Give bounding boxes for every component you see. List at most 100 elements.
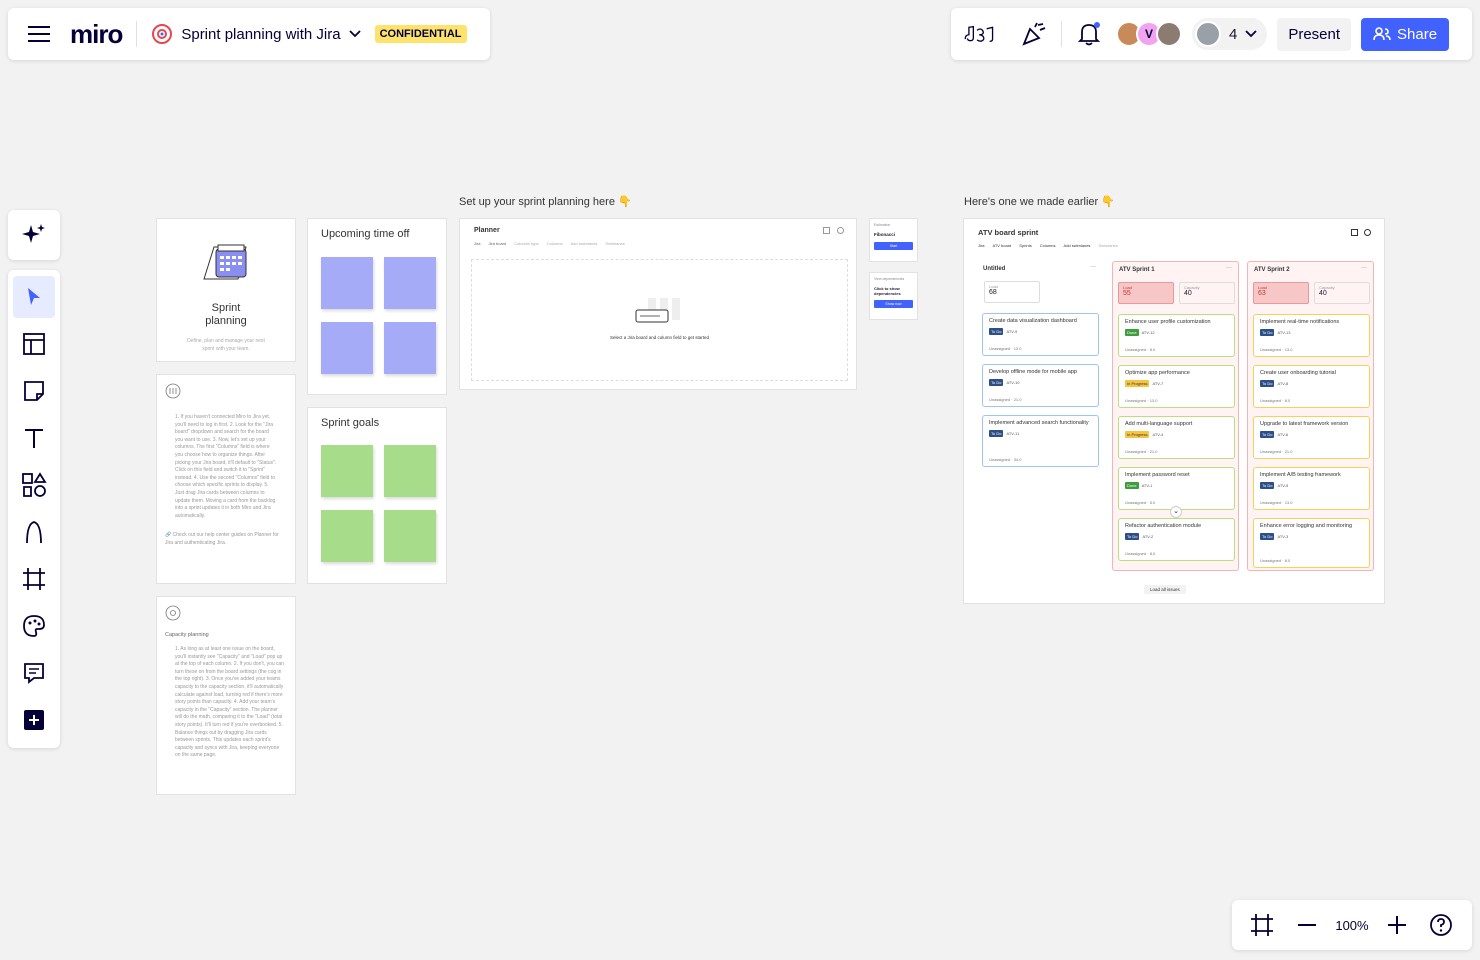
issue-card[interactable]: Refactor authentication module To Do ATV-… — [1118, 518, 1235, 561]
sticky-note[interactable] — [321, 510, 373, 562]
sticky-note[interactable] — [384, 322, 436, 374]
planner-widget[interactable]: Planner Jira Jira board Columns type Col… — [459, 218, 857, 390]
issue-key[interactable]: ATV-7 — [1152, 381, 1163, 386]
sticky-note[interactable] — [384, 445, 436, 497]
status-tag[interactable]: To Do — [1260, 380, 1275, 387]
instructions-footer[interactable]: 🔗 Check out our help center guides on Pl… — [165, 532, 287, 547]
board-name-dropdown[interactable]: Sprint planning with Jira — [151, 23, 361, 45]
miro-logo[interactable]: miro — [70, 19, 123, 50]
assignee[interactable]: Unassigned — [989, 397, 1010, 402]
status-tag[interactable]: To Do — [1260, 482, 1275, 489]
filter-icon[interactable] — [823, 227, 830, 234]
filter-jira[interactable]: Jira — [978, 243, 984, 248]
collaborator-avatars[interactable]: V — [1116, 21, 1182, 47]
column-menu-icon[interactable]: ··· — [1090, 264, 1096, 270]
issue-key[interactable]: ATV-2 — [1142, 534, 1153, 539]
issue-key[interactable]: ATV-9 — [1006, 329, 1017, 334]
status-tag[interactable]: To Do — [989, 328, 1004, 335]
zoom-level[interactable]: 100% — [1335, 918, 1368, 933]
status-tag[interactable]: Done — [1125, 329, 1139, 336]
issue-key[interactable]: ATV-3 — [1277, 534, 1288, 539]
issue-card[interactable]: Enhance user profile customization Done A… — [1118, 314, 1235, 357]
load-box[interactable]: Load 55 — [1118, 282, 1174, 304]
templates-icon[interactable] — [13, 323, 55, 365]
status-tag[interactable]: To Do — [989, 379, 1004, 386]
dependencies-widget[interactable]: View dependencies Click to show dependen… — [869, 272, 918, 320]
filter-swimlanes[interactable]: Swimlanes — [1098, 243, 1117, 248]
capacity-box[interactable]: Capacity 40 — [1179, 282, 1235, 304]
issue-card[interactable]: Create user onboarding tutorial To Do ATV… — [1253, 365, 1370, 408]
filter-columns-type[interactable]: Columns type — [514, 241, 538, 246]
load-box[interactable]: Load 63 — [1253, 282, 1309, 304]
issue-card[interactable]: Enhance error logging and monitoring To … — [1253, 518, 1370, 568]
board-column-sprint-1[interactable]: ATV Sprint 1 ··· Load 55 Capacity 40 Enh… — [1112, 261, 1239, 571]
party-icon[interactable] — [1017, 17, 1051, 51]
assignee[interactable]: Unassigned — [1260, 398, 1281, 403]
issue-card[interactable]: Add multi-language support In Progress AT… — [1118, 416, 1235, 459]
status-tag[interactable]: Done — [1125, 482, 1139, 489]
sticky-note[interactable] — [321, 322, 373, 374]
issue-key[interactable]: ATV-5 — [1277, 483, 1288, 488]
assignee[interactable]: Unassigned — [989, 346, 1010, 351]
zoom-in-icon[interactable] — [1380, 908, 1414, 942]
assignee[interactable]: Unassigned — [1125, 398, 1146, 403]
intro-card[interactable]: Sprint planning Define, plan and manage … — [156, 218, 296, 362]
filter-jira[interactable]: Jira — [474, 241, 480, 246]
assignee[interactable]: Unassigned — [1125, 551, 1146, 556]
filter-swimlanes[interactable]: Swimlanes — [605, 241, 624, 246]
time-off-frame[interactable]: Upcoming time off — [307, 218, 447, 395]
status-tag[interactable]: To Do — [989, 430, 1004, 437]
sprint-goals-frame[interactable]: Sprint goals — [307, 407, 447, 584]
share-button[interactable]: Share — [1361, 17, 1450, 51]
assignee[interactable]: Unassigned — [1260, 347, 1281, 352]
present-button[interactable]: Present — [1277, 17, 1352, 51]
instructions-card[interactable]: 1. If you haven't connected Miro to Jira… — [156, 374, 296, 584]
issue-key[interactable]: ATV-8 — [1277, 381, 1288, 386]
issue-key[interactable]: ATV-11 — [1006, 431, 1019, 436]
issue-card[interactable]: Develop offline mode for mobile app To D… — [982, 364, 1099, 407]
sticky-note[interactable] — [384, 510, 436, 562]
sticky-note[interactable] — [321, 445, 373, 497]
load-all-issues-button[interactable]: Load all issues — [1144, 585, 1186, 594]
issue-card[interactable]: Implement real-time notifications To Do A… — [1253, 314, 1370, 357]
confidential-badge[interactable]: CONFIDENTIAL — [374, 25, 467, 43]
issue-key[interactable]: ATV-13 — [1277, 330, 1290, 335]
issue-card[interactable]: Upgrade to latest framework version To D… — [1253, 416, 1370, 459]
assignee[interactable]: Unassigned — [1260, 449, 1281, 454]
issue-card[interactable]: Create data visualization dashboard To D… — [982, 313, 1099, 356]
help-icon[interactable] — [1424, 908, 1458, 942]
assignee[interactable]: Unassigned — [1260, 558, 1281, 563]
status-tag[interactable]: In Progress — [1125, 380, 1150, 387]
load-box[interactable]: Load 68 — [984, 281, 1040, 303]
add-more-icon[interactable] — [13, 699, 55, 741]
assignee[interactable]: Unassigned — [1125, 347, 1146, 352]
sticky-note[interactable] — [321, 257, 373, 309]
issue-key[interactable]: ATV-1 — [1142, 483, 1153, 488]
capacity-card[interactable]: Capacity planning 1. As long as at least… — [156, 596, 296, 795]
column-menu-icon[interactable]: ··· — [1361, 265, 1367, 271]
status-tag[interactable]: To Do — [1125, 533, 1140, 540]
pen-icon[interactable] — [13, 511, 55, 553]
filter-columns[interactable]: Columns — [1040, 243, 1056, 248]
filter-atv-board[interactable]: ATV board — [992, 243, 1011, 248]
reactions-icon[interactable] — [963, 17, 997, 51]
status-tag[interactable]: In Progress — [1125, 431, 1150, 438]
fit-frame-icon[interactable] — [1245, 908, 1279, 942]
sparkle-icon[interactable] — [13, 214, 55, 256]
issue-key[interactable]: ATV-6 — [1277, 432, 1288, 437]
settings-icon[interactable] — [837, 227, 844, 234]
filter-add-swimlanes[interactable]: Add swimlanes — [1064, 243, 1091, 248]
column-menu-icon[interactable]: ··· — [1226, 265, 1232, 271]
comment-icon[interactable] — [13, 652, 55, 694]
collaborators-dropdown[interactable]: 4 — [1192, 18, 1268, 50]
filter-jira-board[interactable]: Jira board — [488, 241, 506, 246]
menu-icon[interactable] — [22, 17, 56, 51]
estimation-start-button[interactable]: Start — [874, 242, 913, 250]
filter-add-swimlanes[interactable]: Add swimlanes — [571, 241, 598, 246]
expand-chevron-icon[interactable]: ⌄ — [1170, 506, 1182, 518]
palette-icon[interactable] — [13, 605, 55, 647]
select-tool-icon[interactable] — [13, 276, 55, 318]
issue-card[interactable]: Optimize app performance In Progress ATV-… — [1118, 365, 1235, 408]
show-dependencies-button[interactable]: Show now — [874, 300, 913, 308]
filter-sprints[interactable]: Sprints — [1019, 243, 1031, 248]
